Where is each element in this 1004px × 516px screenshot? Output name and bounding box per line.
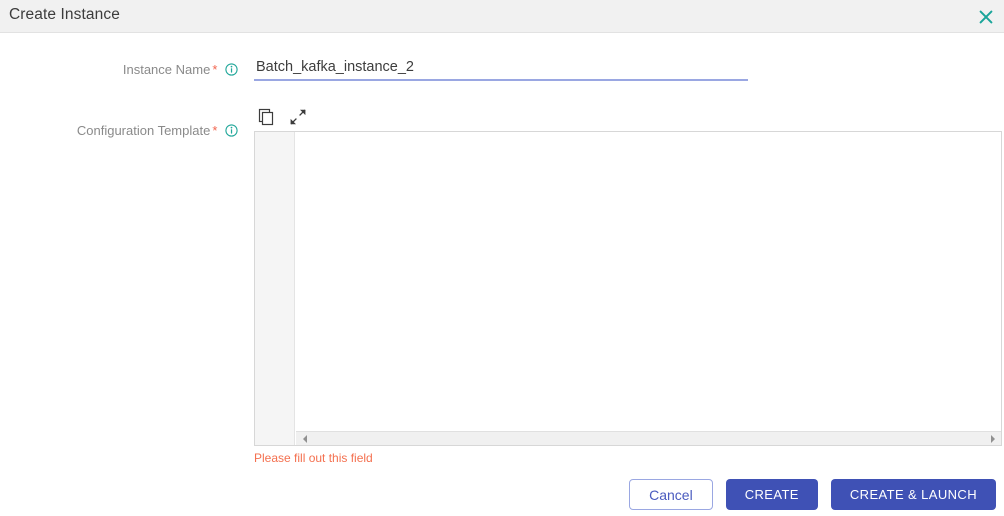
scroll-left-button[interactable] xyxy=(298,432,311,445)
configuration-template-label: Configuration Template * xyxy=(77,123,238,138)
instance-name-label-text: Instance Name xyxy=(122,62,211,77)
configuration-template-editor[interactable] xyxy=(254,131,1002,446)
instance-name-input[interactable] xyxy=(254,57,748,81)
close-button[interactable] xyxy=(972,3,1000,30)
create-button[interactable]: CREATE xyxy=(725,479,818,510)
info-circle-icon[interactable] xyxy=(225,124,238,137)
chevron-right-icon xyxy=(989,434,997,444)
configuration-template-textarea[interactable] xyxy=(296,132,1001,431)
copy-icon xyxy=(257,108,275,126)
footer-actions: Cancel CREATE CREATE & LAUNCH xyxy=(629,479,996,510)
required-marker: * xyxy=(212,123,218,138)
configuration-template-label-text: Configuration Template xyxy=(76,123,211,138)
instance-name-label: Instance Name * xyxy=(123,62,238,77)
cancel-button[interactable]: Cancel xyxy=(629,479,713,510)
page-title: Create Instance xyxy=(9,6,120,23)
close-icon xyxy=(979,10,993,24)
info-circle-icon[interactable] xyxy=(225,63,238,76)
scroll-right-button[interactable] xyxy=(986,432,999,445)
configuration-template-error: Please fill out this field xyxy=(254,451,373,465)
field-row-instance-name: Instance Name * xyxy=(0,57,1004,90)
editor-line-number-gutter xyxy=(255,132,295,445)
dialog-header: Create Instance xyxy=(0,0,1004,33)
field-row-configuration-template: Configuration Template * Please fill out… xyxy=(0,103,1004,465)
editor-toolbar xyxy=(255,103,308,131)
copy-button[interactable] xyxy=(255,106,276,128)
expand-button[interactable] xyxy=(287,106,308,128)
editor-horizontal-scrollbar[interactable] xyxy=(296,431,1001,445)
chevron-left-icon xyxy=(301,434,309,444)
expand-diagonal-icon xyxy=(289,108,307,126)
required-marker: * xyxy=(212,62,218,77)
create-and-launch-button[interactable]: CREATE & LAUNCH xyxy=(830,479,996,510)
